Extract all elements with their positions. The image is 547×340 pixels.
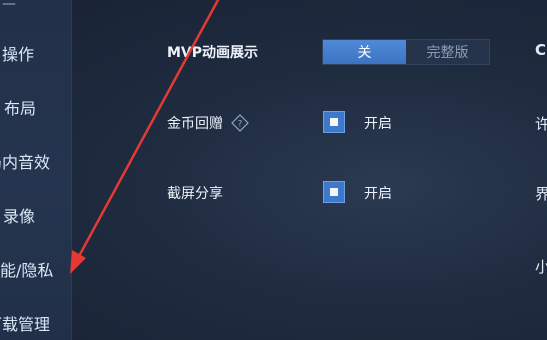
sidebar-item-label: 功能/隐私 [0, 261, 54, 280]
sidebar-item-privacy[interactable]: 功能/隐私 [0, 251, 56, 287]
coin-gift-toggle-label: 开启 [364, 116, 392, 132]
sidebar-item-replay[interactable]: 录像 [3, 197, 75, 233]
settings-sidebar: — 操作 布局 局内音效 录像 功能/隐私 下载管理 [0, 0, 72, 340]
right-column-item-partial: C [535, 41, 547, 59]
sidebar-item-layout[interactable]: 布局 [4, 89, 76, 125]
help-diamond-icon[interactable]: ? [231, 114, 249, 132]
screenshot-share-text: 截屏分享 [167, 186, 223, 202]
coin-gift-label: 金币回赠 ? [167, 113, 249, 133]
coin-gift-checkbox[interactable] [323, 111, 345, 133]
sidebar-item-label: 下载管理 [0, 315, 51, 334]
sidebar-item-download[interactable]: 下载管理 [0, 305, 58, 340]
right-column-item-partial: 界 [535, 185, 547, 203]
sidebar-item-label: 操作 [2, 45, 35, 64]
mvp-option-off[interactable]: 关 [323, 40, 406, 64]
screenshot-share-checkbox[interactable] [323, 181, 345, 203]
mvp-option-full[interactable]: 完整版 [406, 40, 489, 64]
mvp-animation-text: MVP动画展示 [167, 45, 259, 61]
sidebar-item-label: 录像 [3, 207, 36, 226]
sidebar-item-sound[interactable]: 局内音效 [0, 143, 58, 179]
screenshot-share-label: 截屏分享 [167, 183, 223, 203]
checkbox-mark-icon [330, 118, 338, 126]
sidebar-top-partial: — [2, 0, 18, 12]
mvp-animation-label: MVP动画展示 [167, 42, 258, 62]
right-column-item-partial: 许 [535, 115, 547, 133]
sidebar-item-label: 布局 [4, 99, 37, 118]
mvp-animation-segmented: 关 完整版 [322, 39, 490, 65]
sidebar-item-operation[interactable]: 操作 [2, 35, 74, 71]
sidebar-item-label: 局内音效 [0, 153, 51, 172]
screenshot-share-toggle-label: 开启 [364, 186, 392, 202]
right-column-item-partial: 小 [535, 258, 547, 276]
svg-text:?: ? [238, 120, 243, 130]
checkbox-mark-icon [330, 188, 338, 196]
coin-gift-text: 金币回赠 [167, 116, 223, 132]
